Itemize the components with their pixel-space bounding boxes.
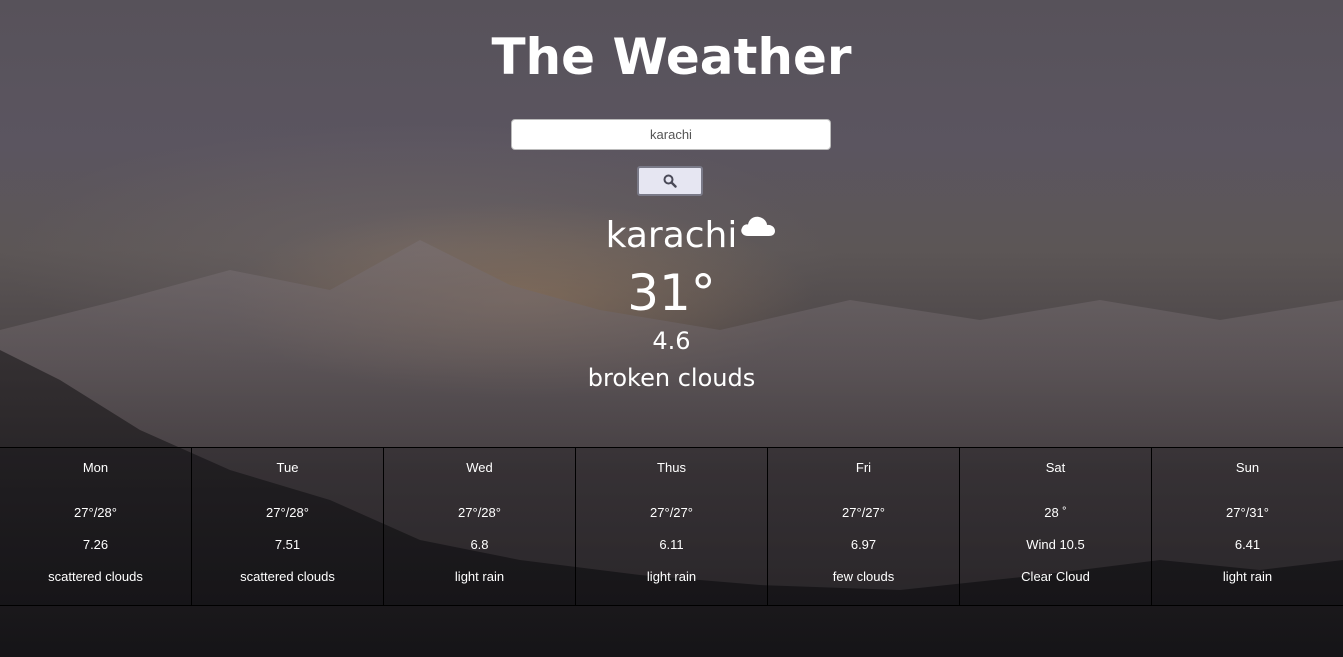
forecast-temperature: 27°/28°: [74, 505, 117, 520]
city-search-input[interactable]: [511, 119, 831, 150]
forecast-day: Sat 28 ˚ Wind 10.5 Clear Cloud: [960, 448, 1152, 605]
city-name: karachi: [605, 215, 738, 256]
forecast-day: Mon 27°/28° 7.26 scattered clouds: [0, 448, 192, 605]
cloud-icon: [741, 216, 776, 236]
forecast-day-name: Thus: [657, 460, 686, 475]
page-title: The Weather: [491, 28, 852, 86]
forecast-description: light rain: [646, 569, 697, 584]
forecast-day-name: Sun: [1235, 460, 1260, 475]
forecast-day-name: Tue: [276, 460, 299, 475]
forecast-wind: 6.41: [1234, 537, 1261, 552]
current-wind: 4.6: [652, 327, 691, 355]
forecast-temperature: 27°/31°: [1226, 505, 1269, 520]
forecast-wind: 7.51: [274, 537, 301, 552]
current-city: karachi: [0, 215, 1343, 256]
forecast-temperature: 28 ˚: [1044, 505, 1067, 520]
forecast-wind: 7.26: [82, 537, 109, 552]
forecast-description: Clear Cloud: [1021, 569, 1090, 584]
forecast-temperature: 27°/28°: [458, 505, 501, 520]
current-description: broken clouds: [587, 364, 756, 392]
forecast-wind: 6.8: [470, 537, 489, 552]
forecast-temperature: 27°/28°: [266, 505, 309, 520]
search-button[interactable]: [637, 166, 703, 196]
forecast-day-name: Sat: [1045, 460, 1066, 475]
forecast-day: Sun 27°/31° 6.41 light rain: [1152, 448, 1343, 605]
current-temperature: 31°: [627, 264, 716, 322]
forecast-day-name: Wed: [466, 460, 493, 475]
forecast-day-name: Mon: [82, 460, 109, 475]
forecast-temperature: 27°/27°: [842, 505, 885, 520]
forecast-description: scattered clouds: [240, 569, 335, 584]
forecast-description: light rain: [1222, 569, 1273, 584]
forecast-description: scattered clouds: [48, 569, 143, 584]
forecast-day: Fri 27°/27° 6.97 few clouds: [768, 448, 960, 605]
forecast-day: Wed 27°/28° 6.8 light rain: [384, 448, 576, 605]
forecast-description: light rain: [454, 569, 505, 584]
forecast-day: Tue 27°/28° 7.51 scattered clouds: [192, 448, 384, 605]
forecast-wind: 6.97: [850, 537, 877, 552]
forecast-day: Thus 27°/27° 6.11 light rain: [576, 448, 768, 605]
forecast-description: few clouds: [832, 569, 895, 584]
forecast-wind: 6.11: [659, 537, 684, 552]
search-icon: [663, 174, 677, 188]
forecast-wind: Wind 10.5: [1026, 537, 1085, 552]
forecast-temperature: 27°/27°: [650, 505, 693, 520]
forecast-table: Mon 27°/28° 7.26 scattered clouds Tue 27…: [0, 447, 1343, 606]
forecast-day-name: Fri: [855, 460, 872, 475]
